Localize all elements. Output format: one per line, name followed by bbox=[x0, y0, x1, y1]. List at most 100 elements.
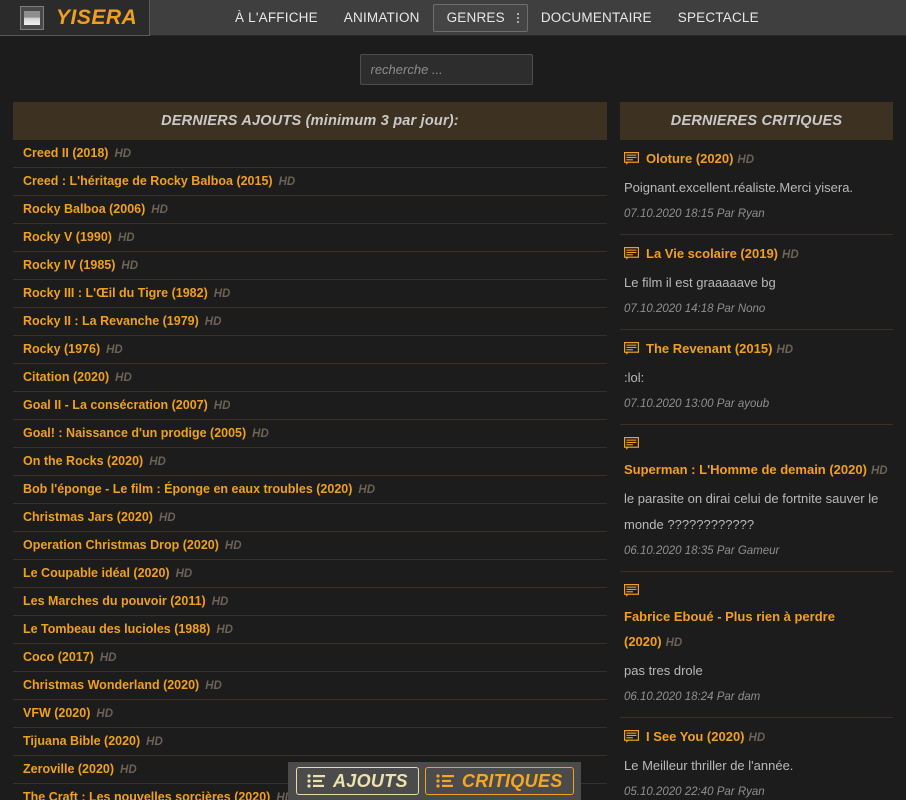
add-list-item[interactable]: Christmas Jars (2020) HD bbox=[13, 504, 607, 532]
critique-body: Le Meilleur thriller de l'année. bbox=[624, 758, 794, 773]
add-item-title: Creed : L'héritage de Rocky Balboa (2015… bbox=[23, 174, 273, 188]
tab-ajouts-label: AJOUTS bbox=[333, 770, 408, 791]
critique-list-item[interactable]: The Revenant (2015) HD:lol: 07.10.2020 13:… bbox=[620, 330, 893, 425]
add-list-item[interactable]: Rocky II : La Revanche (1979) HD bbox=[13, 308, 607, 336]
critique-title[interactable]: Fabrice Eboué - Plus rien à perdre (2020… bbox=[624, 604, 889, 656]
add-list-item[interactable]: Bob l'éponge - Le film : Éponge en eaux … bbox=[13, 476, 607, 504]
nav-item-animation[interactable]: ANIMATION bbox=[331, 4, 433, 32]
add-item-title: Goal II - La consécration (2007) bbox=[23, 398, 208, 412]
quality-badge: HD bbox=[204, 316, 222, 328]
critique-list-item[interactable]: I See You (2020) HD Le Meilleur thriller d… bbox=[620, 718, 893, 800]
critiques-list: Oloture (2020) HD Poignant.excellent.réali… bbox=[620, 140, 893, 800]
critique-list-item[interactable]: Oloture (2020) HD Poignant.excellent.réali… bbox=[620, 140, 893, 235]
add-list-item[interactable]: Goal! : Naissance d'un prodige (2005) HD bbox=[13, 420, 607, 448]
add-item-title: Le Tombeau des lucioles (1988) bbox=[23, 622, 211, 636]
critique-title[interactable]: La Vie scolaire (2019) HD bbox=[646, 241, 799, 268]
add-list-item[interactable]: Citation (2020) HD bbox=[13, 364, 607, 392]
add-item-title: Le Coupable idéal (2020) bbox=[23, 566, 170, 580]
nav-label: SPECTACLE bbox=[677, 10, 759, 25]
add-list-item[interactable]: Christmas Wonderland (2020) HD bbox=[13, 672, 607, 700]
tab-ajouts[interactable]: AJOUTS bbox=[296, 767, 419, 795]
add-item-title: Tijuana Bible (2020) bbox=[23, 734, 141, 748]
add-item-title: The Craft : Les nouvelles sorcières (202… bbox=[23, 790, 271, 800]
quality-badge: HD bbox=[158, 512, 176, 524]
add-list-item[interactable]: Operation Christmas Drop (2020) HD bbox=[13, 532, 607, 560]
critique-list-item[interactable]: Fabrice Eboué - Plus rien à perdre (2020… bbox=[620, 572, 893, 718]
critique-head: The Revenant (2015) HD bbox=[624, 336, 889, 363]
quality-badge: HD bbox=[358, 484, 376, 496]
critique-title[interactable]: Superman : L'Homme de demain (2020) HD bbox=[624, 457, 888, 484]
kebab-menu-icon[interactable] bbox=[515, 12, 519, 23]
add-list-item[interactable]: Rocky IV (1985) HD bbox=[13, 252, 607, 280]
search-bar-region bbox=[0, 36, 906, 102]
comment-bubble-icon bbox=[624, 584, 639, 597]
gradient-square-icon bbox=[20, 5, 44, 30]
critique-title-text: La Vie scolaire (2019) bbox=[646, 246, 779, 261]
critique-head: Superman : L'Homme de demain (2020) HD bbox=[624, 431, 889, 484]
add-list-item[interactable]: Les Marches du pouvoir (2011) HD bbox=[13, 588, 607, 616]
add-item-title: VFW (2020) bbox=[23, 706, 91, 720]
add-item-title: Rocky V (1990) bbox=[23, 230, 112, 244]
quality-badge: HD bbox=[115, 372, 132, 384]
add-list-item[interactable]: Le Tombeau des lucioles (1988) HD bbox=[13, 616, 607, 644]
nav-label: À L'AFFICHE bbox=[235, 10, 318, 25]
list-icon bbox=[436, 774, 454, 788]
add-list-item[interactable]: Goal II - La consécration (2007) HD bbox=[13, 392, 607, 420]
critique-meta: 06.10.2020 18:24 Par dam bbox=[624, 691, 761, 703]
add-list-item[interactable]: VFW (2020) HD bbox=[13, 700, 607, 728]
list-icon bbox=[307, 774, 325, 788]
tab-critiques[interactable]: CRITIQUES bbox=[424, 767, 574, 795]
add-item-title: Coco (2017) bbox=[23, 650, 94, 664]
dernieres-critiques-panel: DERNIERES CRITIQUES Oloture (2020) HD Poig… bbox=[620, 102, 893, 798]
quality-badge: HD bbox=[175, 568, 193, 580]
top-navigation-bar: YISERA À L'AFFICHE ANIMATION GENRES DOCU… bbox=[0, 0, 906, 36]
add-list-item[interactable]: Rocky V (1990) HD bbox=[13, 224, 607, 252]
panel-title-critiques-part1: DERNIERES bbox=[670, 113, 762, 129]
critique-title-text: Oloture (2020) bbox=[646, 151, 734, 166]
search-input[interactable] bbox=[359, 53, 533, 85]
comment-bubble-icon bbox=[624, 437, 639, 450]
add-list-item[interactable]: Rocky Balboa (2006) HD bbox=[13, 196, 607, 224]
add-list-item[interactable]: On the Rocks (2020) HD bbox=[13, 448, 607, 476]
add-list-item[interactable]: Tijuana Bible (2020) HD bbox=[13, 728, 607, 756]
quality-badge: HD bbox=[665, 637, 683, 649]
nav-item-genres[interactable]: GENRES bbox=[432, 3, 528, 32]
critique-meta: 07.10.2020 18:15 Par Ryan bbox=[624, 208, 765, 220]
add-list-item[interactable]: Creed II (2018) HD bbox=[13, 140, 607, 168]
comment-bubble-icon bbox=[624, 342, 639, 355]
nav-item-spectacle[interactable]: SPECTACLE bbox=[665, 4, 772, 32]
critique-title[interactable]: Oloture (2020) HD bbox=[646, 146, 754, 173]
critique-body: Le film il est graaaaave bg bbox=[624, 275, 776, 290]
nav-label: GENRES bbox=[446, 10, 505, 25]
quality-badge: HD bbox=[748, 732, 766, 744]
critique-title[interactable]: I See You (2020) HD bbox=[646, 724, 765, 751]
add-list-item[interactable]: Rocky III : L'Œil du Tigre (1982) HD bbox=[13, 280, 607, 308]
nav-item-a-laffiche[interactable]: À L'AFFICHE bbox=[222, 4, 331, 32]
add-item-title: Christmas Wonderland (2020) bbox=[23, 678, 200, 692]
nav-label: ANIMATION bbox=[343, 10, 420, 25]
quality-badge: HD bbox=[213, 400, 231, 412]
critique-title-text: I See You (2020) bbox=[646, 729, 745, 744]
derniers-ajouts-panel: DERNIERS AJOUTS (minimum 3 par jour): Cr… bbox=[13, 102, 607, 800]
quality-badge: HD bbox=[205, 680, 222, 692]
add-list-item[interactable]: Le Coupable idéal (2020) HD bbox=[13, 560, 607, 588]
quality-badge: HD bbox=[149, 456, 166, 468]
nav-item-documentaire[interactable]: DOCUMENTAIRE bbox=[528, 4, 665, 32]
brand-logo[interactable]: YISERA bbox=[0, 0, 150, 36]
add-item-title: Citation (2020) bbox=[23, 370, 110, 384]
add-item-title: Creed II (2018) bbox=[23, 146, 109, 160]
critique-title-text: Superman : L'Homme de demain (2020) bbox=[624, 462, 867, 477]
critique-list-item[interactable]: La Vie scolaire (2019) HD Le film il est g… bbox=[620, 235, 893, 330]
critique-meta: 05.10.2020 22:40 Par Ryan bbox=[624, 786, 765, 798]
add-list-item[interactable]: Coco (2017) HD bbox=[13, 644, 607, 672]
quality-badge: HD bbox=[870, 465, 888, 477]
critique-meta: 06.10.2020 18:35 Par Gameur bbox=[624, 545, 780, 557]
quality-badge: HD bbox=[106, 344, 123, 356]
quality-badge: HD bbox=[146, 736, 163, 748]
critique-meta: 07.10.2020 13:00 Par ayoub bbox=[624, 398, 770, 410]
critique-list-item[interactable]: Superman : L'Homme de demain (2020) HD le … bbox=[620, 425, 893, 572]
critique-title[interactable]: The Revenant (2015) HD bbox=[646, 336, 793, 363]
add-list-item[interactable]: Rocky (1976) HD bbox=[13, 336, 607, 364]
critique-body: :lol: bbox=[624, 370, 645, 385]
add-list-item[interactable]: Creed : L'héritage de Rocky Balboa (2015… bbox=[13, 168, 607, 196]
